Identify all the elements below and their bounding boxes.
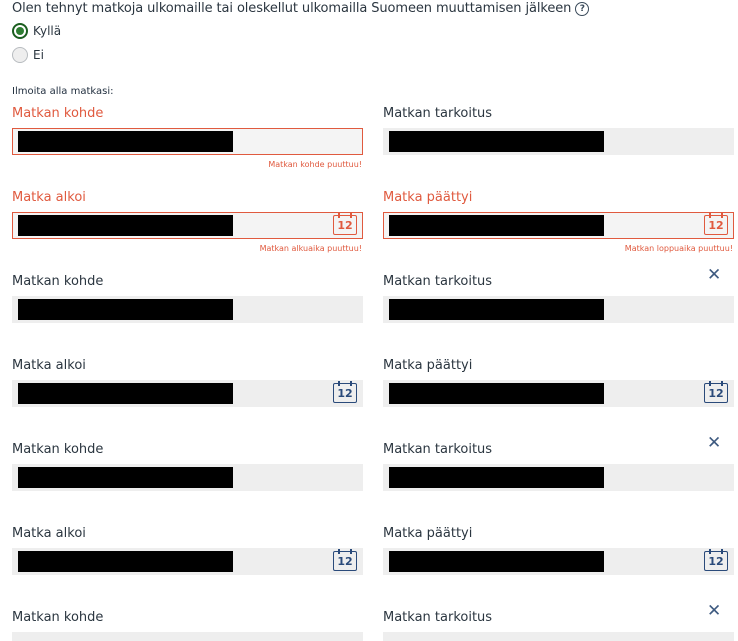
trip3-purpose-label: Matkan tarkoitus: [383, 442, 493, 457]
trip3-start-input[interactable]: 12: [12, 548, 363, 575]
radio-no-label: Ei: [33, 48, 44, 62]
trip1-purpose-label: Matkan tarkoitus: [383, 106, 493, 121]
redacted-value: [389, 215, 604, 236]
trip1-end-label: Matka päättyi: [383, 190, 473, 205]
redacted-value: [389, 467, 604, 488]
calendar-icon[interactable]: 12: [333, 213, 357, 235]
trip3-end-label: Matka päättyi: [383, 526, 473, 541]
trip1-start-error: Matkan alkuaika puuttuu!: [259, 244, 362, 253]
radio-yes-label: Kyllä: [33, 24, 62, 38]
redacted-value: [18, 131, 233, 152]
help-icon[interactable]: ?: [575, 1, 590, 16]
trip3-start-label: Matka alkoi: [12, 526, 86, 541]
trip2-remove-close-icon[interactable]: ✕: [707, 267, 721, 284]
trip1-start-label: Matka alkoi: [12, 190, 86, 205]
travel-question-text: Olen tehnyt matkoja ulkomaille tai olesk…: [12, 1, 572, 16]
redacted-value: [18, 299, 233, 320]
trip3-end-input[interactable]: 12: [383, 548, 734, 575]
radio-no-circle[interactable]: [12, 47, 28, 63]
trip2-start-label: Matka alkoi: [12, 358, 86, 373]
trip2-destination-label: Matkan kohde: [12, 274, 104, 289]
trip2-end-input[interactable]: 12: [383, 380, 734, 407]
redacted-value: [389, 383, 604, 404]
trip4-purpose-label: Matkan tarkoitus: [383, 610, 493, 625]
trip1-destination-input[interactable]: [12, 128, 363, 155]
trip2-purpose-label: Matkan tarkoitus: [383, 274, 493, 289]
trip1-start-input[interactable]: 12: [12, 212, 363, 239]
calendar-icon[interactable]: 12: [704, 549, 728, 571]
calendar-icon[interactable]: 12: [704, 381, 728, 403]
calendar-icon[interactable]: 12: [704, 213, 728, 235]
trip1-destination-error: Matkan kohde puuttuu!: [268, 160, 362, 169]
trip3-purpose-input[interactable]: [383, 464, 734, 491]
trip2-end-label: Matka päättyi: [383, 358, 473, 373]
trip4-purpose-input[interactable]: [383, 632, 734, 641]
radio-selected-dot: [16, 27, 24, 35]
trip1-purpose-input[interactable]: [383, 128, 734, 155]
trip2-start-input[interactable]: 12: [12, 380, 363, 407]
travel-question: Olen tehnyt matkoja ulkomaille tai olesk…: [12, 1, 590, 16]
trip3-destination-label: Matkan kohde: [12, 442, 104, 457]
trip2-destination-input[interactable]: [12, 296, 363, 323]
trip2-purpose-input[interactable]: [383, 296, 734, 323]
trip1-end-error: Matkan loppuaika puuttuu!: [624, 244, 733, 253]
redacted-value: [18, 215, 233, 236]
trip4-remove-close-icon[interactable]: ✕: [707, 603, 721, 620]
redacted-value: [389, 131, 604, 152]
trips-section-label: Ilmoita alla matkasi:: [12, 86, 114, 97]
trip1-end-input[interactable]: 12: [383, 212, 734, 239]
trip4-destination-label: Matkan kohde: [12, 610, 104, 625]
trip3-remove-close-icon[interactable]: ✕: [707, 435, 721, 452]
redacted-value: [18, 467, 233, 488]
trip1-destination-label: Matkan kohde: [12, 106, 104, 121]
redacted-value: [18, 551, 233, 572]
radio-no[interactable]: Ei: [12, 47, 44, 63]
redacted-value: [389, 299, 604, 320]
radio-yes[interactable]: Kyllä: [12, 23, 61, 39]
trip3-destination-input[interactable]: [12, 464, 363, 491]
radio-yes-circle[interactable]: [12, 23, 28, 39]
redacted-value: [18, 383, 233, 404]
trip4-destination-input[interactable]: [12, 632, 363, 641]
calendar-icon[interactable]: 12: [333, 381, 357, 403]
redacted-value: [389, 551, 604, 572]
calendar-icon[interactable]: 12: [333, 549, 357, 571]
